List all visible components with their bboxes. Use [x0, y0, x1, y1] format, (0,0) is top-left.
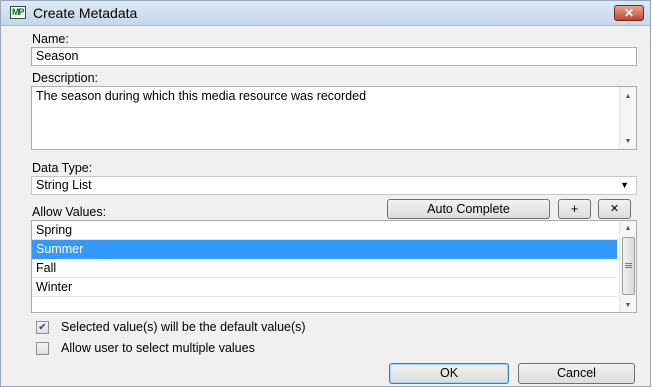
multiple-values-checkbox[interactable] [36, 342, 49, 355]
scroll-up-icon[interactable]: ▲ [620, 93, 636, 100]
cancel-button[interactable]: Cancel [518, 363, 635, 384]
data-type-label: Data Type: [32, 161, 93, 175]
plus-icon: + [570, 202, 579, 216]
scroll-thumb[interactable] [622, 237, 635, 295]
create-metadata-dialog: MP Create Metadata ✕ Name: Season Descri… [0, 0, 651, 387]
description-field[interactable]: The season during which this media resou… [31, 86, 637, 150]
chevron-down-icon[interactable]: ▼ [620, 180, 629, 190]
scroll-down-icon[interactable]: ▼ [620, 302, 636, 309]
multiple-values-label: Allow user to select multiple values [61, 341, 255, 355]
allow-values-label: Allow Values: [32, 205, 107, 219]
close-icon: ✕ [609, 203, 620, 215]
app-icon-label: MP [12, 7, 24, 17]
description-field-value: The season during which this media resou… [36, 89, 367, 103]
default-value-label: Selected value(s) will be the default va… [61, 320, 306, 334]
list-item-selected[interactable]: Summer [32, 240, 617, 259]
add-value-button[interactable]: + [558, 199, 591, 219]
close-button[interactable]: ✕ [614, 5, 644, 21]
list-item-label: Spring [36, 223, 73, 237]
remove-value-button[interactable]: ✕ [598, 199, 631, 219]
list-item[interactable]: Spring [32, 221, 636, 240]
data-type-select[interactable]: String List ▼ [31, 176, 637, 195]
scroll-up-icon[interactable]: ▲ [620, 225, 636, 232]
list-item-label: Fall [36, 261, 57, 275]
list-item-label: Summer [36, 242, 84, 256]
name-label: Name: [32, 32, 69, 46]
default-value-checkbox[interactable]: ✔ [36, 321, 49, 334]
description-label: Description: [32, 71, 98, 85]
ok-button[interactable]: OK [389, 363, 509, 384]
description-scrollbar[interactable]: ▲ ▼ [619, 87, 636, 149]
title-bar[interactable]: MP Create Metadata ✕ [1, 1, 650, 26]
grip-icon [625, 263, 632, 264]
list-item[interactable]: Fall [32, 259, 617, 278]
window-title: Create Metadata [33, 5, 138, 21]
checkmark-icon: ✔ [38, 322, 47, 333]
list-item-label: Winter [36, 280, 73, 294]
app-icon: MP [10, 6, 26, 19]
auto-complete-button[interactable]: Auto Complete [387, 199, 550, 219]
allow-values-scrollbar[interactable]: ▲ ▼ [619, 221, 636, 312]
name-field-value: Season [36, 49, 79, 63]
data-type-value: String List [36, 178, 92, 192]
scroll-down-icon[interactable]: ▼ [620, 138, 636, 145]
close-icon: ✕ [623, 6, 635, 20]
name-field[interactable]: Season [31, 47, 637, 66]
allow-values-list[interactable]: Spring Summer Fall Winter ▲ ▼ [31, 220, 637, 313]
list-item[interactable]: Winter [32, 278, 617, 297]
